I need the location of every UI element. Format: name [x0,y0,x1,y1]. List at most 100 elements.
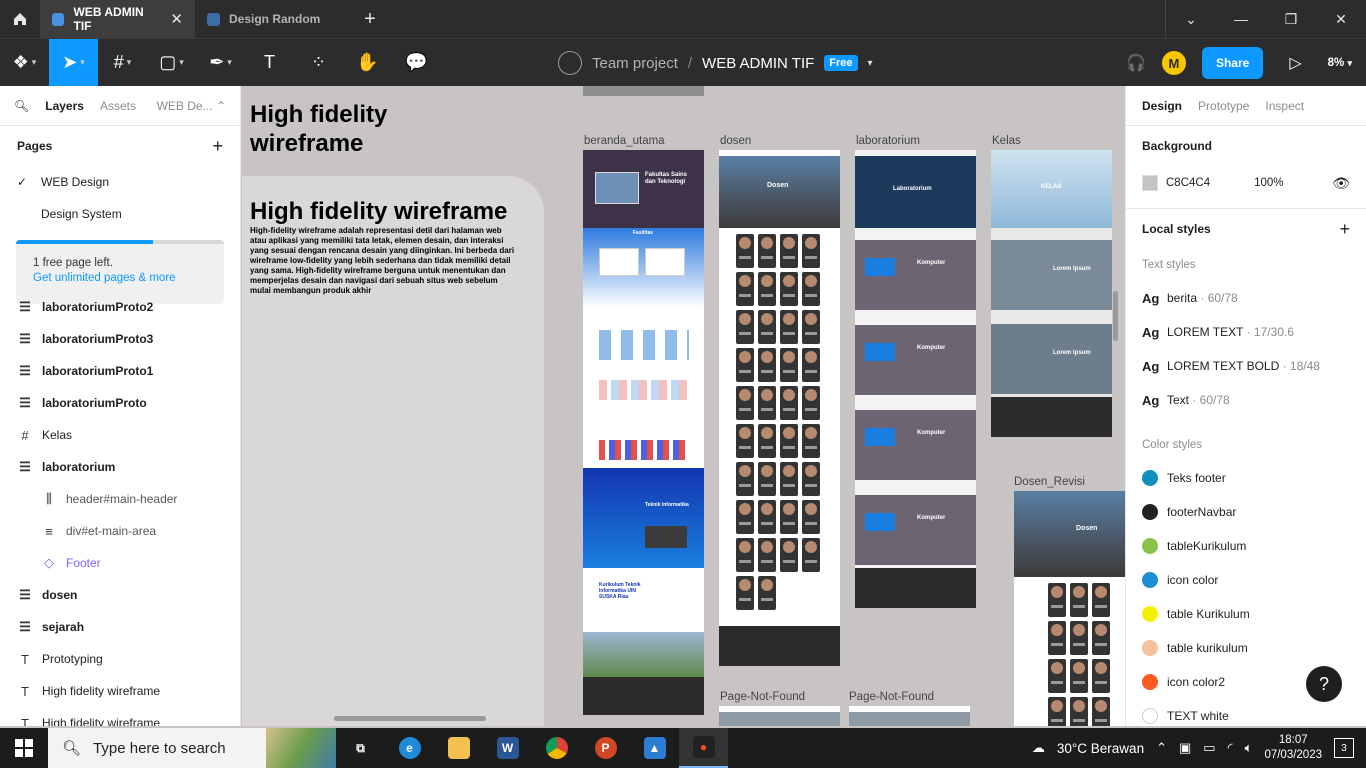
tab-prototype[interactable]: Prototype [1198,99,1249,113]
frame-fragment[interactable] [583,86,704,96]
chevron-down-icon[interactable]: ⌄ [1166,0,1216,38]
frame-label-dosen-revisi[interactable]: Dosen_Revisi [1014,476,1085,488]
add-style-button[interactable]: + [1339,219,1350,240]
frame-label-beranda[interactable]: beranda_utama [584,135,665,147]
photos-app[interactable]: ▲ [630,728,679,768]
edge-app[interactable]: e [385,728,434,768]
text-style-item[interactable]: Ag LOREM TEXT BOLD · 18/48 [1142,349,1350,383]
shape-tool-button[interactable]: ▢ ▾ [147,39,196,87]
background-hex[interactable]: C8C4C4 [1166,177,1210,189]
tab-web-admin-tif[interactable]: WEB ADMIN TIF ✕ [40,0,195,38]
vertical-scrollbar[interactable] [1113,291,1118,341]
add-page-button[interactable]: + [212,136,223,157]
layer-item[interactable]: T High fidelity wireframe [0,707,240,727]
background-opacity[interactable]: 100% [1254,177,1283,189]
task-view-button[interactable]: ⧉ [336,728,385,768]
layer-item[interactable]: T High fidelity wireframe [0,675,240,707]
frame-page-not-found[interactable] [719,706,840,726]
battery-icon[interactable]: ▭ [1203,740,1215,756]
layer-item[interactable]: ☰ laboratoriumProto3 [0,323,240,355]
layer-item[interactable]: ☰ laboratorium [0,451,240,483]
layer-item[interactable]: ◇ Footer [0,547,240,579]
color-style-item[interactable]: Teks footer [1142,461,1350,495]
canvas-title-text[interactable]: High fidelity wireframe [250,100,430,158]
share-button[interactable]: Share [1201,47,1264,79]
color-style-item[interactable]: footerNavbar [1142,495,1350,529]
page-item-web-design[interactable]: ✓ WEB Design [0,166,240,198]
present-play-icon[interactable]: ▷ [1279,53,1311,73]
frame-dosen[interactable]: Dosen [719,150,840,666]
text-style-item[interactable]: Ag berita · 60/78 [1142,281,1350,315]
taskbar-search[interactable]: 🔍︎ Type here to search [48,728,336,768]
color-style-item[interactable]: icon color [1142,563,1350,597]
tab-assets[interactable]: Assets [100,99,136,113]
weather-text[interactable]: 30°C Berawan [1057,741,1144,756]
new-tab-button[interactable]: + [350,0,390,38]
powerpoint-app[interactable]: P [581,728,630,768]
frame-kelas[interactable]: KELAS Lorem Ipsum Lorem Ipsum [991,150,1112,437]
volume-icon[interactable]: 🔈︎ [1245,740,1253,756]
minimize-button[interactable]: — [1216,0,1266,38]
restore-button[interactable]: ❐ [1266,0,1316,38]
frame-beranda-utama[interactable]: Fakultas Sains dan Teknologi Fasilitas T… [583,150,704,715]
close-tab-icon[interactable]: ✕ [170,10,183,28]
design-canvas[interactable]: High fidelity wireframe High fidelity wi… [242,86,1125,726]
color-style-item[interactable]: tableKurikulum [1142,529,1350,563]
text-style-item[interactable]: Ag Text · 60/78 [1142,383,1350,417]
camera-icon[interactable]: ▣ [1179,740,1191,756]
layer-item[interactable]: ⫼ header#main-header [0,483,240,515]
frame-tool-button[interactable]: # ▾ [98,39,147,87]
frame-dosen-revisi[interactable]: Dosen [1014,491,1125,726]
layer-item[interactable]: T Prototyping [0,643,240,675]
file-explorer-app[interactable] [434,728,483,768]
file-name[interactable]: WEB ADMIN TIF [702,55,814,72]
chevron-down-icon[interactable]: ▾ [868,58,873,69]
comment-tool-button[interactable]: 💬 [392,39,441,87]
help-button[interactable]: ? [1306,666,1342,702]
color-style-item[interactable]: table kurikulum [1142,631,1350,665]
color-style-item[interactable]: TEXT white [1142,699,1350,726]
move-tool-button[interactable]: ➤ ▾ [49,38,98,87]
eye-icon[interactable]: 👁︎ [1332,175,1350,192]
start-button[interactable] [0,739,48,757]
layer-item[interactable]: ≡ div#et-main-area [0,515,240,547]
layer-item[interactable]: # Kelas [0,419,240,451]
hand-tool-button[interactable]: ✋ [343,39,392,87]
page-item-design-system[interactable]: Design System [0,198,240,230]
layer-item[interactable]: ☰ dosen [0,579,240,611]
layer-item[interactable]: ☰ laboratoriumProto2 [0,291,240,323]
text-style-item[interactable]: Ag LOREM TEXT · 17/30.6 [1142,315,1350,349]
resources-button[interactable]: ⁘ [294,39,343,87]
avatar[interactable]: M [1161,51,1186,75]
text-tool-button[interactable]: T [245,39,294,87]
frame-label-dosen[interactable]: dosen [720,135,751,147]
color-style-item[interactable]: table Kurikulum [1142,597,1350,631]
search-icon[interactable]: 🔍︎ [14,99,29,113]
main-menu-button[interactable]: ❖ ▾ [0,39,49,87]
word-app[interactable]: W [483,728,532,768]
headphones-icon[interactable]: 🎧 [1126,53,1146,73]
frame-label-laboratorium[interactable]: laboratorium [856,135,920,147]
frame-label-kelas[interactable]: Kelas [992,135,1021,147]
frame-laboratorium[interactable]: Laboratorium Komputer Komputer Komputer Kom… [855,150,976,608]
wifi-icon[interactable]: ◜ [1228,740,1233,756]
chevron-up-icon[interactable]: ⌃ [1156,740,1167,756]
horizontal-scrollbar[interactable] [334,716,486,721]
figma-app[interactable]: ● [679,728,728,768]
home-button[interactable] [0,0,40,38]
clock[interactable]: 18:07 07/03/2023 [1264,733,1322,763]
wireframe-description-card[interactable]: High fidelity wireframe High-fidelity wi… [242,176,544,726]
tab-layers[interactable]: Layers [45,99,84,113]
frame-label-page-not-found[interactable]: Page-Not-Found [849,691,934,703]
frame-label-page-not-found[interactable]: Page-Not-Found [720,691,805,703]
zoom-level[interactable]: 8% ▾ [1328,57,1352,69]
layer-item[interactable]: ☰ laboratoriumProto [0,387,240,419]
layer-item[interactable]: ☰ sejarah [0,611,240,643]
close-window-button[interactable]: ✕ [1316,0,1366,38]
pen-tool-button[interactable]: ✒ ▾ [196,39,245,87]
upgrade-link[interactable]: Get unlimited pages & more [33,272,208,284]
tab-inspect[interactable]: Inspect [1265,99,1304,113]
layer-item[interactable]: ☰ laboratoriumProto1 [0,355,240,387]
notification-icon[interactable]: 3 [1334,738,1354,758]
background-swatch[interactable] [1142,175,1158,191]
